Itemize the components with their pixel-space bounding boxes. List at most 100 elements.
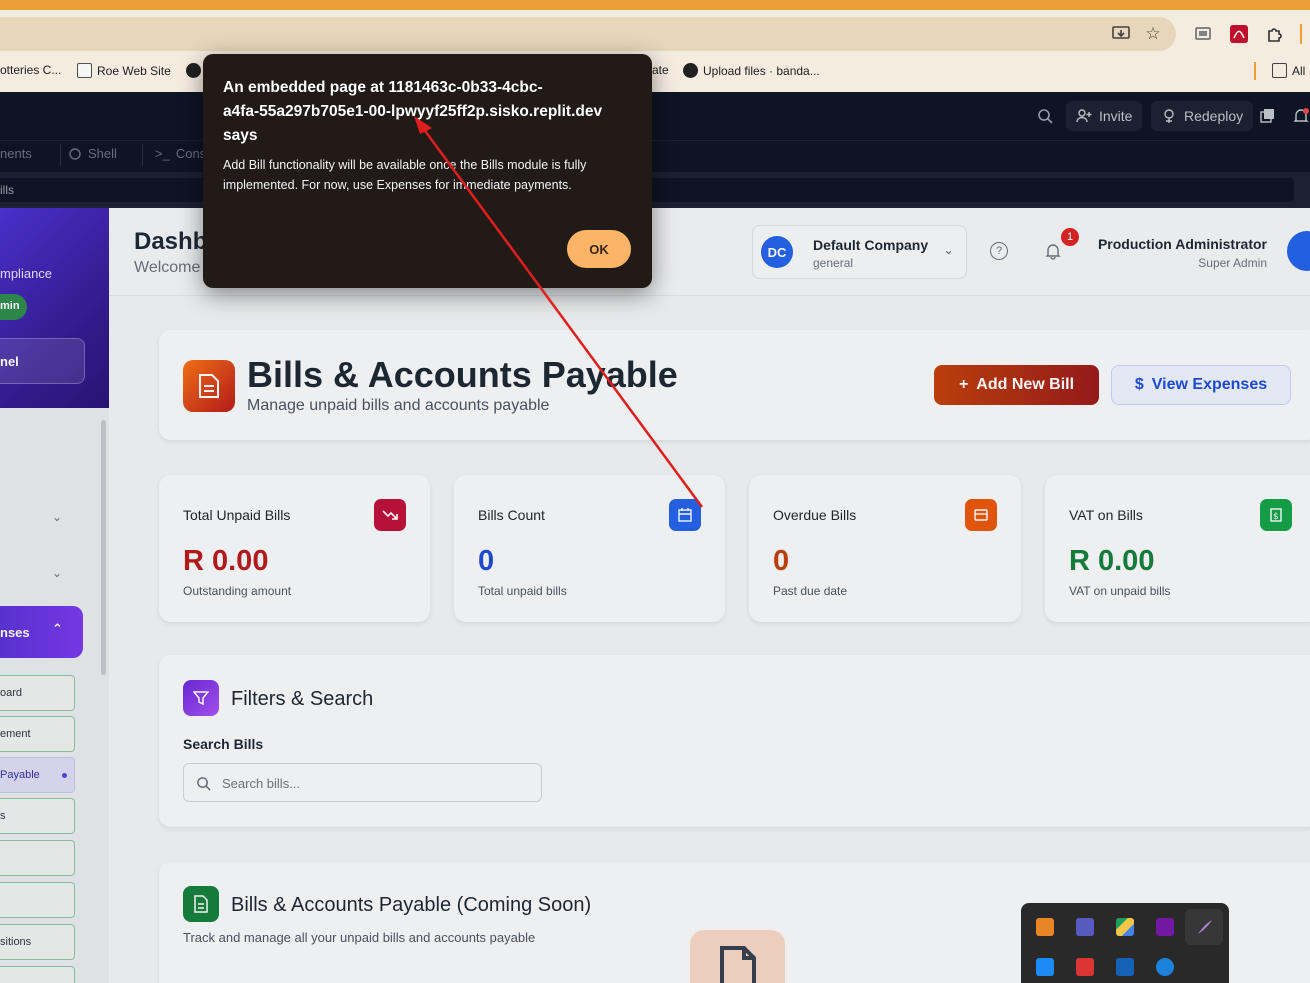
kpi-value: 0 <box>478 545 495 577</box>
tab-console[interactable]: >_ Cons <box>155 146 206 161</box>
dialog-message-line: Add Bill functionality will be available… <box>223 158 587 172</box>
bookmark-label: otteries C... <box>0 63 62 77</box>
search-bills-field[interactable] <box>183 763 542 802</box>
sidebar-item-acquisitions[interactable]: sitions <box>0 924 75 960</box>
sidebar-item-management[interactable]: ement <box>0 716 75 752</box>
dialog-message: Add Bill functionality will be available… <box>223 155 643 195</box>
anydesk-icon[interactable] <box>1076 958 1094 976</box>
document-large-icon <box>690 930 785 983</box>
kpi-value: 0 <box>773 545 790 577</box>
teams-icon[interactable] <box>1076 918 1094 936</box>
invite-label: Invite <box>1099 108 1133 124</box>
svg-text:$: $ <box>1273 512 1279 522</box>
bluetooth-icon[interactable] <box>1156 958 1174 976</box>
all-bookmarks-item[interactable]: All <box>1272 63 1305 78</box>
bookmark-item[interactable]: ate <box>652 63 669 77</box>
view-expenses-button[interactable]: $ View Expenses <box>1111 365 1291 405</box>
kpi-subtitle: Past due date <box>773 584 848 598</box>
kpi-title: Bills Count <box>478 507 545 523</box>
sidebar-compliance-label: mpliance <box>0 266 53 281</box>
sidebar-expenses-group[interactable]: nses ⌃ <box>0 606 83 658</box>
plus-icon: + <box>958 376 969 393</box>
redeploy-button[interactable]: Redeploy <box>1151 101 1254 131</box>
document-icon <box>183 886 219 922</box>
calendar-icon <box>669 499 701 531</box>
kpi-subtitle: Outstanding amount <box>183 584 292 598</box>
bookmarks-separator <box>1254 62 1256 80</box>
system-tray-overflow <box>1021 903 1229 983</box>
alert-dialog: An embedded page at 1181463c-0b33-4cbc- … <box>203 54 652 288</box>
bookmark-star-icon[interactable]: ☆ <box>1142 23 1164 45</box>
xampp-icon[interactable] <box>1036 918 1054 936</box>
browser-top-strip <box>0 0 1310 10</box>
dialog-heading-line: An embedded page at 1181463c-0b33-4cbc- <box>223 79 543 96</box>
sidebar-item-label: oard <box>0 687 23 699</box>
page-title: Dashb <box>134 228 208 255</box>
bookmark-item[interactable]: otteries C... <box>0 63 61 77</box>
security-shield-icon[interactable] <box>1116 958 1134 976</box>
tab-divider <box>60 144 61 166</box>
shell-icon <box>69 147 81 160</box>
tab-documents[interactable]: nents <box>0 146 32 161</box>
chevron-down-icon[interactable]: ⌄ <box>52 510 62 524</box>
pen-icon[interactable] <box>1196 918 1214 936</box>
dialog-message-line: implemented. For now, use Expenses for i… <box>223 178 572 192</box>
tab-label: nents <box>0 146 32 161</box>
sidebar-item[interactable] <box>0 882 75 918</box>
sidebar-item-label: Payable <box>0 769 40 781</box>
filters-card: Filters & Search Search Bills <box>159 655 1310 827</box>
invite-button[interactable]: Invite <box>1066 101 1143 131</box>
google-drive-icon[interactable] <box>1116 918 1134 936</box>
kpi-value: R 0.00 <box>183 545 269 577</box>
address-bar[interactable] <box>0 17 1176 51</box>
button-label: Add New Bill <box>976 376 1075 393</box>
kpi-title: Total Unpaid Bills <box>183 507 291 523</box>
onenote-icon[interactable] <box>1156 918 1174 936</box>
bookmark-label: Roe Web Site <box>97 63 171 78</box>
sidebar-item[interactable]: s <box>0 798 75 834</box>
chevron-down-icon[interactable]: ⌄ <box>52 566 62 580</box>
company-selector[interactable]: DC Default Company general ⌄ <box>752 225 967 279</box>
bookmark-item[interactable]: Roe Web Site <box>77 63 171 78</box>
tab-shell[interactable]: Shell <box>68 146 117 161</box>
dialog-heading: An embedded page at 1181463c-0b33-4cbc- … <box>223 76 638 148</box>
console-icon: >_ <box>155 146 170 161</box>
install-app-icon[interactable] <box>1110 23 1132 45</box>
bookmark-item[interactable]: Upload files · banda... <box>683 63 820 78</box>
kpi-subtitle: VAT on unpaid bills <box>1069 584 1171 598</box>
bookmarks-bar: otteries C... Roe Web Site ate Upload fi… <box>0 58 1310 84</box>
tab-label: Cons <box>175 146 207 161</box>
kpi-title: VAT on Bills <box>1069 507 1143 523</box>
cast-icon[interactable] <box>1192 23 1214 45</box>
dialog-ok-button[interactable]: OK <box>567 230 631 268</box>
help-icon[interactable]: ? <box>990 242 1008 260</box>
bell-icon[interactable] <box>1044 242 1062 265</box>
sidebar-item-dashboard[interactable]: oard <box>0 675 75 711</box>
sidebar-group-label: nses <box>0 625 30 640</box>
sidebar-panel-button[interactable]: nel <box>0 338 85 384</box>
dollar-icon: $ <box>1134 376 1144 393</box>
sidebar-item-accounts-payable[interactable]: Payable <box>0 757 75 793</box>
active-dot <box>62 773 67 778</box>
kpi-card-vat: VAT on Bills $ R 0.00 VAT on unpaid bill… <box>1045 475 1310 622</box>
bookmark-item[interactable] <box>186 63 201 78</box>
sidebar-scrollbar[interactable] <box>101 420 106 675</box>
company-name: Default Company <box>813 237 929 253</box>
add-new-bill-button[interactable]: + Add New Bill <box>934 365 1099 405</box>
sidebar-item[interactable] <box>0 966 75 983</box>
search-bills-input[interactable] <box>222 773 522 793</box>
card-icon <box>965 499 997 531</box>
extensions-puzzle-icon[interactable] <box>1264 23 1286 45</box>
pdf-extension-icon[interactable] <box>1228 23 1250 45</box>
filters-title: Filters & Search <box>231 688 374 710</box>
window-app-icon[interactable] <box>1036 958 1054 976</box>
page-header-card: Bills & Accounts Payable Manage unpaid b… <box>159 330 1310 440</box>
dialog-heading-line: a4fa-55a297b705e1-00-lpwyyf25ff2p.sisko.… <box>223 103 603 120</box>
redeploy-label: Redeploy <box>1184 108 1244 124</box>
sidebar-item[interactable] <box>0 840 75 876</box>
coming-soon-subtitle: Track and manage all your unpaid bills a… <box>183 930 536 945</box>
copy-window-icon[interactable] <box>1256 105 1278 127</box>
notifications-bell-icon[interactable] <box>1290 105 1310 127</box>
search-icon[interactable] <box>1034 105 1056 127</box>
kpi-title: Overdue Bills <box>773 507 857 523</box>
